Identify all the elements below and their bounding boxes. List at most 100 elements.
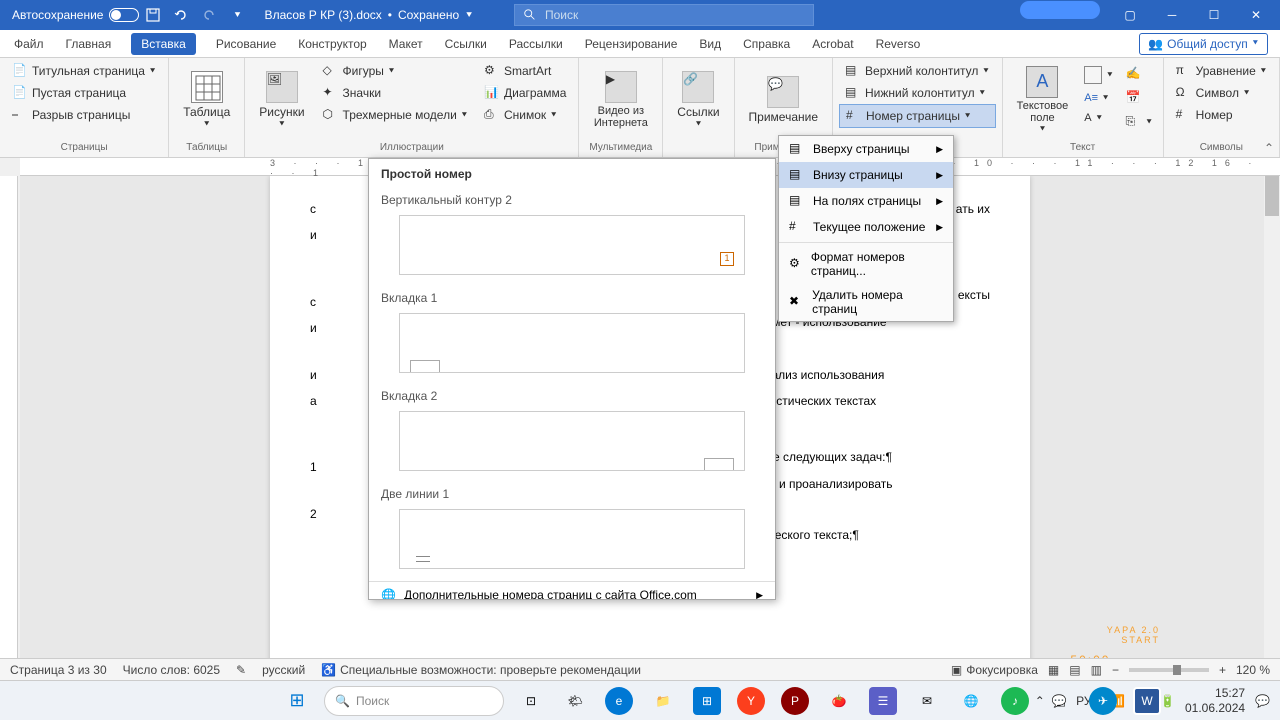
scroll-thumb[interactable] — [1265, 176, 1279, 216]
zoom-in-icon[interactable]: + — [1219, 663, 1226, 677]
screenshot-button[interactable]: ⎙Снимок⯆ — [478, 104, 572, 126]
share-button[interactable]: 👥 Общий доступ ⯆ — [1139, 33, 1268, 55]
app-chat[interactable]: 💬 — [1045, 687, 1073, 715]
app-store[interactable]: ⊞ — [693, 687, 721, 715]
app-todo[interactable]: ☰ — [869, 687, 897, 715]
page-number-button[interactable]: #Номер страницы⯆ — [839, 104, 996, 128]
symbol-button[interactable]: ΩСимвол⯆ — [1170, 82, 1273, 104]
tab-review[interactable]: Рецензирование — [583, 33, 680, 55]
qat-dropdown-icon[interactable]: ⯆ — [223, 1, 251, 29]
tab-file[interactable]: Файл — [12, 33, 46, 55]
ruler-vertical[interactable] — [0, 176, 18, 686]
app-spotify[interactable]: ♪ — [1001, 687, 1029, 715]
tab-reverso[interactable]: Reverso — [874, 33, 923, 55]
tray-notifications-icon[interactable]: 💬 — [1255, 694, 1270, 708]
video-button[interactable]: ▶Видео из Интернета — [585, 60, 656, 140]
app-yandex[interactable]: Y — [737, 687, 765, 715]
redo-icon[interactable] — [195, 1, 223, 29]
text-small-2[interactable]: A≡⯆ — [1080, 90, 1117, 106]
table-button[interactable]: Таблица⯆ — [175, 60, 238, 140]
scrollbar-vertical[interactable] — [1264, 176, 1280, 686]
save-icon[interactable] — [139, 1, 167, 29]
minimize-icon[interactable]: ─ — [1152, 1, 1192, 29]
app-mail[interactable]: ✉ — [913, 687, 941, 715]
title-dropdown-icon[interactable]: ⯆ — [465, 10, 473, 21]
app-word[interactable]: W — [1133, 687, 1161, 715]
gallery-item-4[interactable] — [399, 509, 745, 569]
pn-format[interactable]: ⚙Формат номеров страниц... — [779, 245, 953, 283]
tab-layout[interactable]: Макет — [387, 33, 425, 55]
header-button[interactable]: ▤Верхний колонтитул⯆ — [839, 60, 996, 82]
tray-clock[interactable]: 15:2701.06.2024 — [1185, 686, 1245, 715]
text-small-3[interactable]: A⯆ — [1080, 110, 1117, 126]
tab-references[interactable]: Ссылки — [443, 33, 489, 55]
app-edge[interactable]: e — [605, 687, 633, 715]
focus-mode[interactable]: ▣Фокусировка — [951, 663, 1038, 677]
chart-button[interactable]: 📊Диаграмма — [478, 82, 572, 104]
pictures-button[interactable]: 🖼Рисунки⯆ — [251, 60, 312, 140]
app-1[interactable]: 🌤 — [561, 687, 589, 715]
app-p[interactable]: P — [781, 687, 809, 715]
shapes-button[interactable]: ◇Фигуры⯆ — [317, 60, 474, 82]
view-read-icon[interactable]: ▤ — [1069, 663, 1080, 677]
page-break-button[interactable]: ⎯Разрыв страницы — [6, 104, 162, 126]
close-icon[interactable]: ✕ — [1236, 1, 1276, 29]
tab-view[interactable]: Вид — [697, 33, 723, 55]
user-account[interactable] — [1020, 1, 1100, 19]
pn-bottom[interactable]: ▤Внизу страницы▶ — [779, 162, 953, 188]
gallery-item-2[interactable] — [399, 313, 745, 373]
gallery-item-3[interactable] — [399, 411, 745, 471]
tab-acrobat[interactable]: Acrobat — [810, 33, 855, 55]
zoom-level[interactable]: 120 % — [1236, 663, 1270, 677]
app-tomato[interactable]: 🍅 — [825, 687, 853, 715]
app-chrome[interactable]: 🌐 — [957, 687, 985, 715]
view-web-icon[interactable]: ▥ — [1091, 663, 1102, 677]
smartart-button[interactable]: ⚙SmartArt — [478, 60, 572, 82]
autosave-toggle[interactable] — [109, 8, 139, 22]
text-small-4[interactable]: ✍ — [1121, 64, 1156, 84]
language-indicator[interactable]: русский — [262, 663, 305, 677]
tab-design[interactable]: Конструктор — [296, 33, 368, 55]
cover-page-button[interactable]: 📄Титульная страница⯆ — [6, 60, 162, 82]
maximize-icon[interactable]: ☐ — [1194, 1, 1234, 29]
undo-icon[interactable] — [167, 1, 195, 29]
blank-page-button[interactable]: 📄Пустая страница — [6, 82, 162, 104]
tab-draw[interactable]: Рисование — [214, 33, 278, 55]
tab-insert[interactable]: Вставка — [131, 33, 196, 55]
accessibility-status[interactable]: ♿Специальные возможности: проверьте реко… — [321, 663, 641, 677]
icons-button[interactable]: ✦Значки — [317, 82, 474, 104]
pn-top[interactable]: ▤Вверху страницы▶ — [779, 136, 953, 162]
gallery-item-1[interactable]: 1 — [399, 215, 745, 275]
footer-button[interactable]: ▤Нижний колонтитул⯆ — [839, 82, 996, 104]
task-view-icon[interactable]: ⊡ — [517, 687, 545, 715]
pn-margins[interactable]: ▤На полях страницы▶ — [779, 188, 953, 214]
start-button[interactable]: ⊞ — [283, 687, 311, 715]
3dmodels-button[interactable]: ⬡Трехмерные модели⯆ — [317, 104, 474, 126]
pn-remove[interactable]: ✖Удалить номера страниц — [779, 283, 953, 321]
tab-home[interactable]: Главная — [64, 33, 114, 55]
spell-icon[interactable]: ✎ — [236, 663, 246, 677]
view-print-icon[interactable]: ▦ — [1048, 663, 1059, 677]
search-box[interactable]: Поиск — [514, 4, 814, 26]
tab-mailings[interactable]: Рассылки — [507, 33, 565, 55]
text-small-5[interactable]: 📅 — [1121, 88, 1156, 108]
window-mode-icon[interactable]: ▢ — [1110, 1, 1150, 29]
zoom-out-icon[interactable]: − — [1112, 663, 1119, 677]
app-explorer[interactable]: 📁 — [649, 687, 677, 715]
number-button[interactable]: #Номер — [1170, 104, 1273, 126]
word-count[interactable]: Число слов: 6025 — [123, 663, 220, 677]
pn-current[interactable]: #Текущее положение▶ — [779, 214, 953, 240]
text-small-6[interactable]: ⎘⯆ — [1121, 112, 1156, 132]
app-telegram[interactable]: ✈ — [1089, 687, 1117, 715]
links-button[interactable]: 🔗Ссылки⯆ — [669, 60, 727, 140]
tab-help[interactable]: Справка — [741, 33, 792, 55]
page-indicator[interactable]: Страница 3 из 30 — [10, 663, 107, 677]
gallery-more-office[interactable]: 🌐Дополнительные номера страниц с сайта O… — [369, 581, 775, 600]
zoom-slider[interactable] — [1129, 668, 1209, 672]
equation-button[interactable]: πУравнение⯆ — [1170, 60, 1273, 82]
comment-button[interactable]: 💬Примечание — [741, 60, 826, 140]
collapse-ribbon-icon[interactable]: ⌃ — [1264, 141, 1274, 155]
textbox-button[interactable]: AТекстовое поле⯆ — [1009, 60, 1077, 140]
text-small-1[interactable]: ⯆ — [1080, 64, 1117, 86]
taskbar-search[interactable]: 🔍Поиск — [324, 686, 504, 716]
